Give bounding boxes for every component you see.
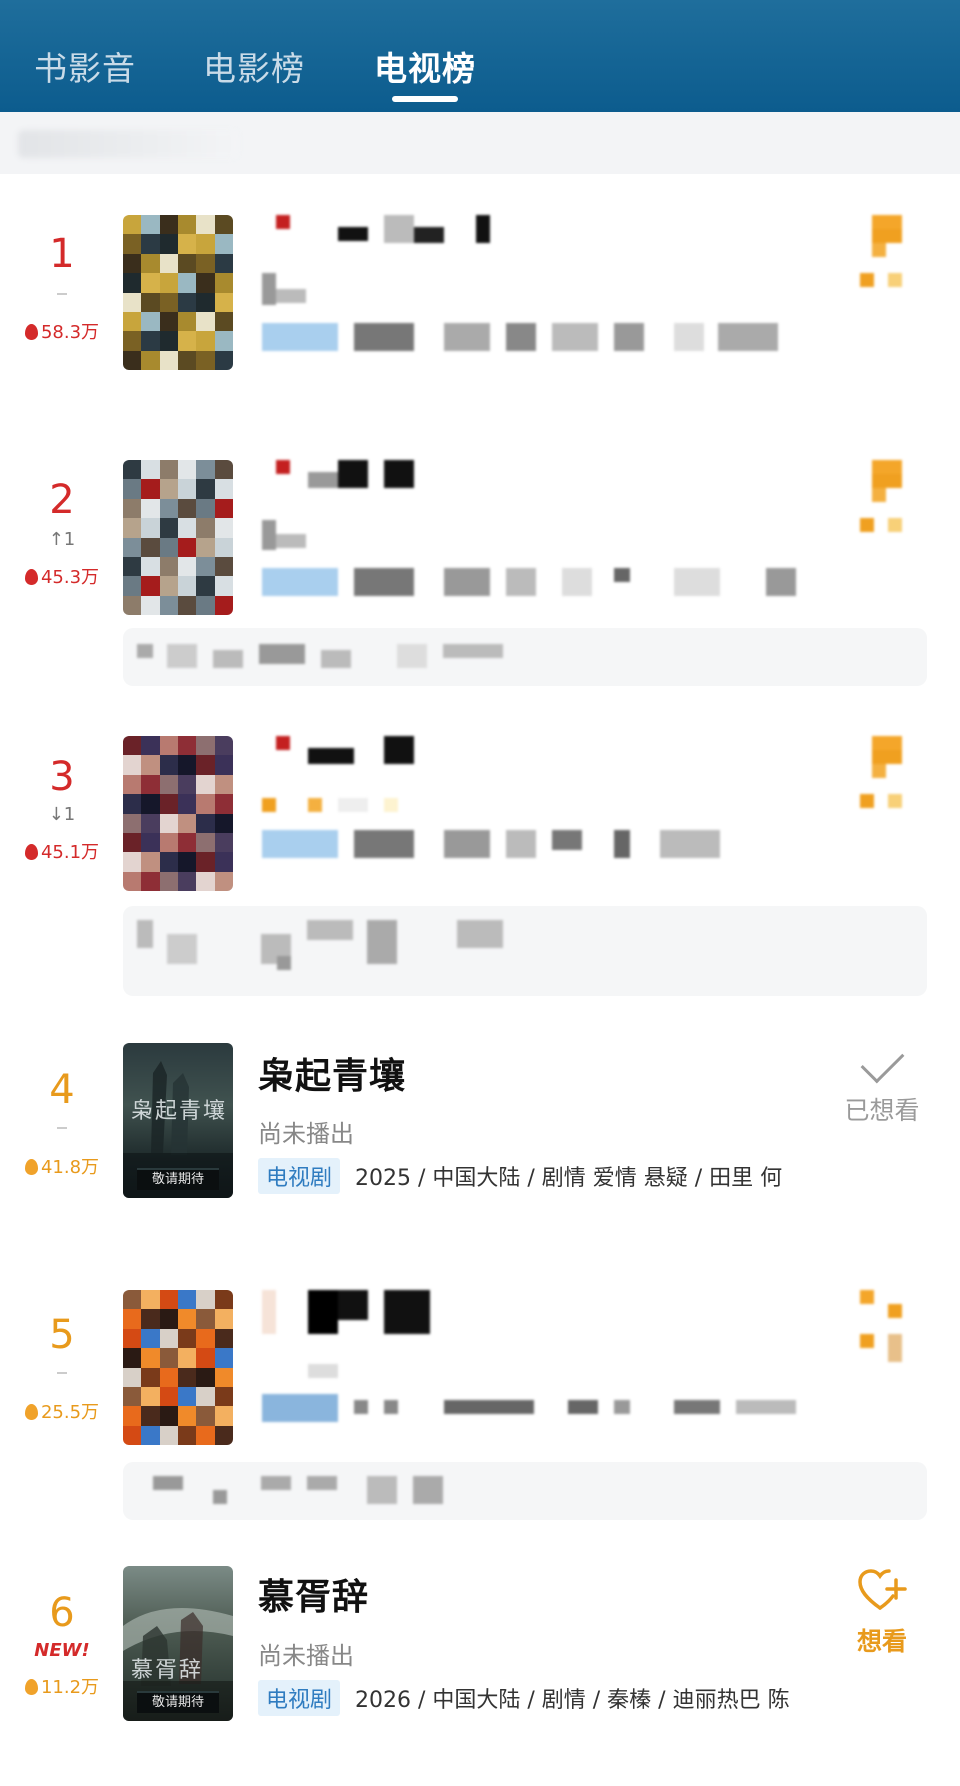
poster-image-redacted[interactable] xyxy=(123,215,233,370)
rank-number: 6 xyxy=(49,1590,75,1636)
heat-text: 45.3万 xyxy=(40,567,100,588)
poster-image-redacted[interactable] xyxy=(123,1290,233,1445)
flame-icon xyxy=(24,324,38,340)
redacted-item-info xyxy=(262,1290,842,1430)
heat-text: 45.1万 xyxy=(40,842,100,863)
watched-button[interactable]: 已想看 xyxy=(832,1039,932,1127)
tab-books-movies-music[interactable]: 书影音 xyxy=(34,42,136,90)
heat-value: 25.5万 xyxy=(0,1398,124,1424)
heat-value: 58.3万 xyxy=(0,318,124,344)
redacted-action-button[interactable] xyxy=(860,215,910,295)
flame-icon xyxy=(24,1404,38,1420)
category-tag: 电视剧 xyxy=(258,1680,341,1716)
no-change-dash xyxy=(57,1127,67,1129)
show-meta: 2025 / 中国大陆 / 剧情 爱情 悬疑 / 田里 何 xyxy=(355,1166,783,1191)
redacted-comment-box[interactable] xyxy=(123,628,927,686)
want-to-watch-label: 想看 xyxy=(856,1627,907,1656)
show-title[interactable]: 慕胥辞 xyxy=(258,1568,369,1620)
poster-title: 慕胥辞 xyxy=(131,1658,204,1683)
active-tab-indicator xyxy=(392,96,458,102)
poster-coming-soon-badge: 敬请期待 xyxy=(137,1168,219,1190)
heart-plus-icon xyxy=(858,1569,907,1610)
poster-title: 枭起青壤 xyxy=(131,1099,228,1124)
heat-value: 45.1万 xyxy=(0,838,124,864)
tab-tv-chart[interactable]: 电视榜 xyxy=(374,42,476,90)
rank-number: 3 xyxy=(49,754,75,800)
air-status: 尚未播出 xyxy=(258,1120,354,1148)
heat-text: 41.8万 xyxy=(40,1157,100,1178)
rank-number: 4 xyxy=(49,1067,75,1113)
poster-coming-soon-badge: 敬请期待 xyxy=(137,1691,219,1713)
watched-label: 已想看 xyxy=(844,1096,920,1125)
rank-number: 1 xyxy=(49,231,75,277)
heat-value: 45.3万 xyxy=(0,563,124,589)
redacted-comment-box[interactable] xyxy=(123,1462,927,1520)
heat-text: 25.5万 xyxy=(40,1402,100,1423)
redacted-action-button[interactable] xyxy=(860,1290,910,1370)
category-tag: 电视剧 xyxy=(258,1158,341,1194)
redacted-item-info xyxy=(262,736,842,876)
flame-icon xyxy=(24,1159,38,1175)
tab-movie-chart[interactable]: 电影榜 xyxy=(203,42,305,90)
redacted-item-info xyxy=(262,460,842,600)
flame-icon xyxy=(24,1679,38,1695)
heat-text: 58.3万 xyxy=(40,322,100,343)
want-to-watch-button[interactable]: 想看 xyxy=(832,1568,932,1658)
top-tab-bar: 书影音 电影榜 电视榜 xyxy=(0,0,960,112)
flame-icon xyxy=(24,569,38,585)
redacted-comment-box[interactable] xyxy=(123,906,927,996)
no-change-dash xyxy=(57,1372,67,1374)
rank-change: ↑1 xyxy=(48,529,76,550)
heat-value: 41.8万 xyxy=(0,1153,124,1179)
rank-change: ↓1 xyxy=(48,804,76,825)
rank-number: 2 xyxy=(49,477,75,523)
redacted-action-button[interactable] xyxy=(860,736,910,816)
poster-image-redacted[interactable] xyxy=(123,736,233,891)
poster-image-redacted[interactable] xyxy=(123,460,233,615)
redacted-subheader-text xyxy=(18,130,238,158)
poster-image[interactable]: 枭起青壤 敬请期待 xyxy=(123,1043,233,1198)
no-change-dash xyxy=(57,293,67,295)
heat-value: 11.2万 xyxy=(0,1673,124,1699)
show-title[interactable]: 枭起青壤 xyxy=(258,1047,406,1099)
check-icon xyxy=(860,1039,904,1084)
rank-number: 5 xyxy=(49,1312,75,1358)
show-meta: 2026 / 中国大陆 / 剧情 / 秦榛 / 迪丽热巴 陈 xyxy=(355,1688,790,1713)
redacted-action-button[interactable] xyxy=(860,460,910,540)
new-badge: NEW! xyxy=(34,1640,90,1661)
redacted-item-info xyxy=(262,215,842,375)
air-status: 尚未播出 xyxy=(258,1642,354,1670)
flame-icon xyxy=(24,844,38,860)
heat-text: 11.2万 xyxy=(40,1677,100,1698)
poster-image[interactable]: 慕胥辞 敬请期待 xyxy=(123,1566,233,1721)
